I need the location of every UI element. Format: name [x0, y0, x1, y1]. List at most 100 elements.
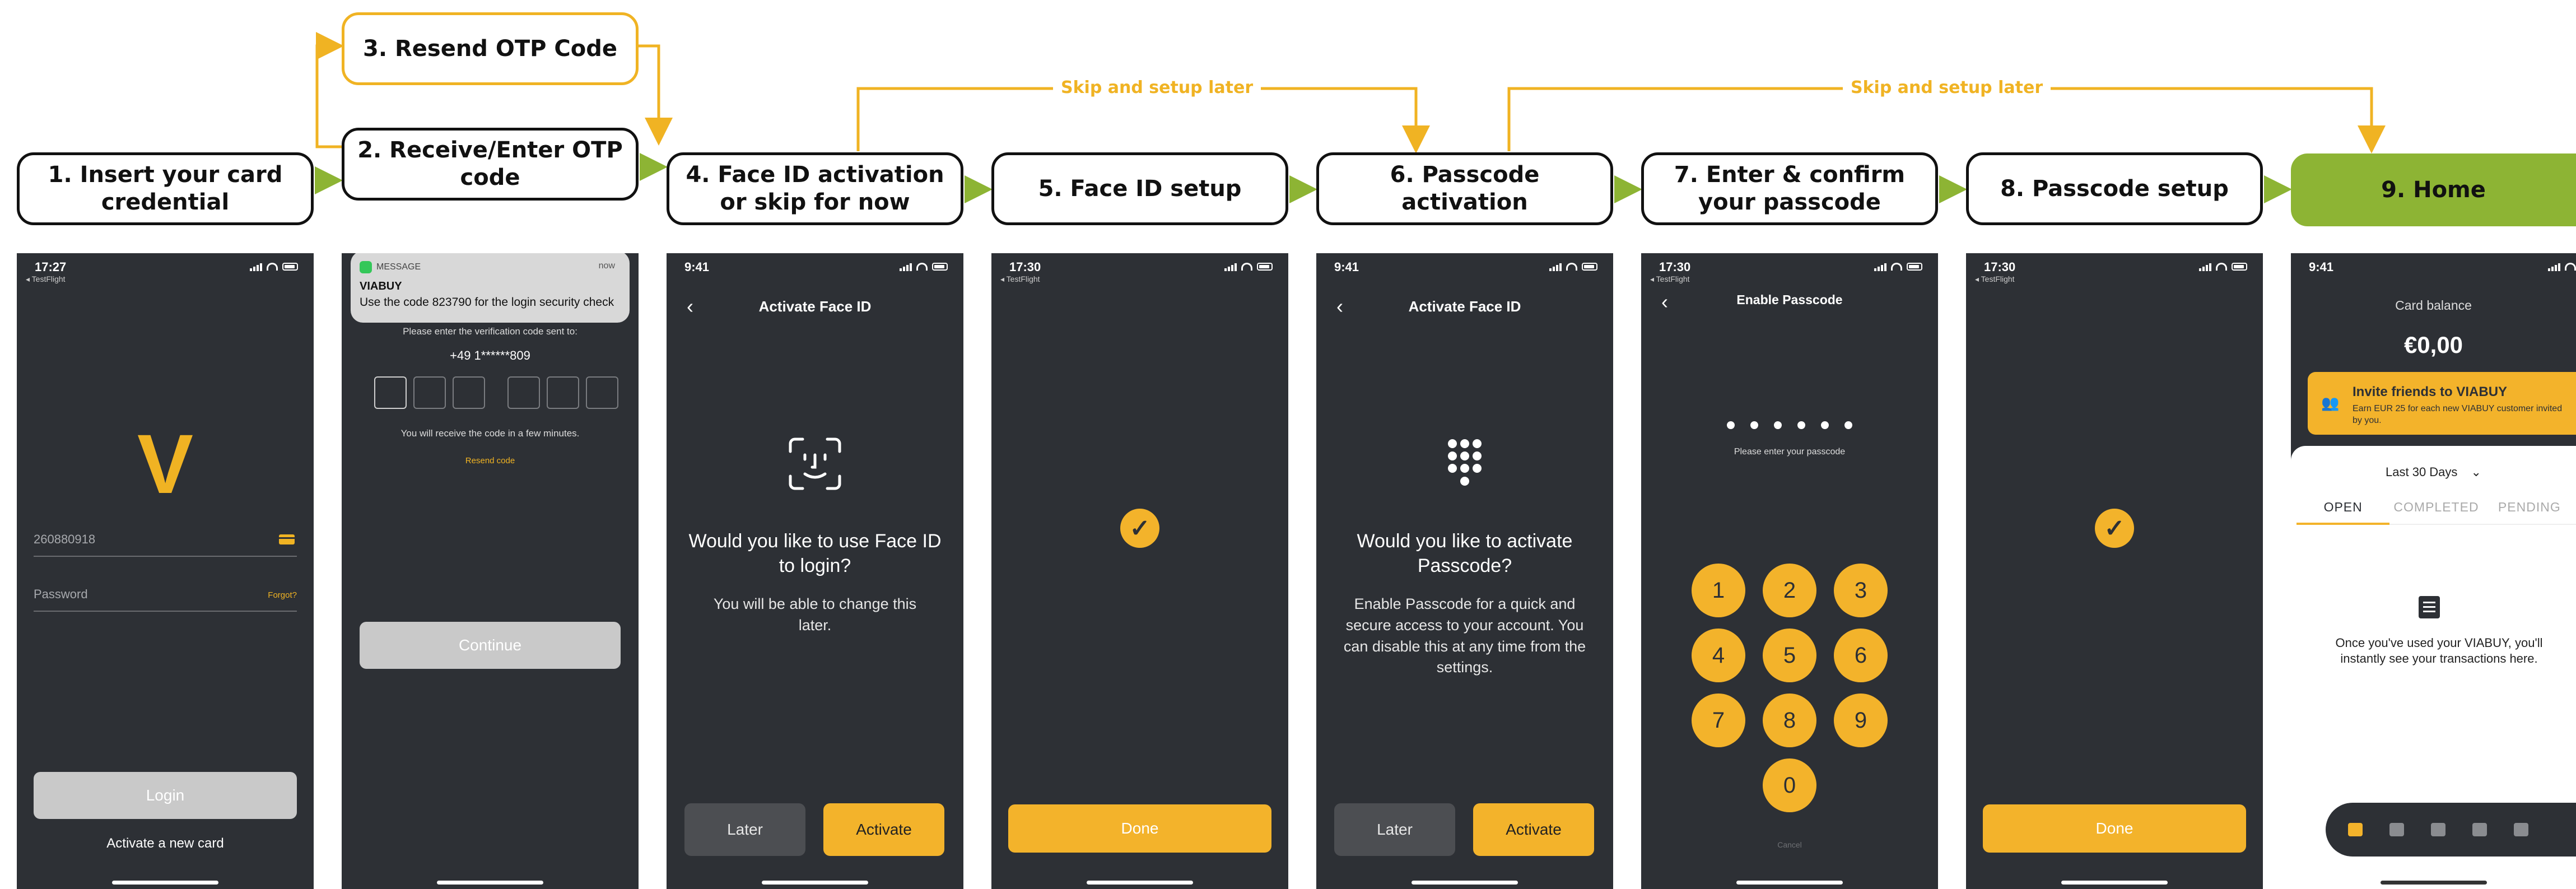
login-button[interactable]: Login [34, 772, 297, 819]
home-indicator [112, 881, 218, 885]
passcode-question: Would you like to activate Passcode? [1357, 530, 1573, 577]
status-icons [2548, 262, 2576, 271]
people-icon: 👥 [2321, 394, 2340, 411]
status-time: 9:41 [2309, 260, 2334, 274]
status-time: 17:30 [1659, 260, 1691, 274]
inbox-icon[interactable] [2431, 823, 2445, 836]
skip-label-passcode: Skip and setup later [1843, 78, 2051, 97]
passcode-dots [1641, 421, 1938, 429]
tab-completed[interactable]: COMPLETED [2389, 500, 2483, 525]
status-icons [250, 262, 298, 271]
key-3[interactable]: 3 [1834, 564, 1888, 617]
forgot-link[interactable]: Forgot? [268, 590, 297, 600]
key-7[interactable]: 7 [1692, 693, 1745, 747]
home-indicator [1412, 881, 1518, 885]
step-receive-otp: 2. Receive/Enter OTP code [342, 128, 639, 201]
key-4[interactable]: 4 [1692, 629, 1745, 682]
key-5[interactable]: 5 [1763, 629, 1816, 682]
status-time: 9:41 [1334, 260, 1359, 274]
checkmark-icon: ✓ [2095, 509, 2134, 548]
key-6[interactable]: 6 [1834, 629, 1888, 682]
status-bar: 17:30 ◂ TestFlight [1641, 253, 1938, 287]
card-number-field[interactable]: 260880918 [34, 532, 297, 557]
password-field[interactable]: Password Forgot? [34, 587, 297, 612]
profile-icon[interactable] [2514, 823, 2528, 836]
otp-input[interactable] [374, 376, 618, 409]
skip-label-face-id: Skip and setup later [1053, 78, 1261, 97]
key-1[interactable]: 1 [1692, 564, 1745, 617]
status-time: 17:30 [1009, 260, 1041, 274]
status-icons [900, 262, 948, 271]
key-2[interactable]: 2 [1763, 564, 1816, 617]
viabuy-logo: V [137, 417, 194, 511]
passcode-note: Enable Passcode for a quick and secure a… [1343, 595, 1586, 676]
resend-code-link[interactable]: Resend code [358, 456, 622, 466]
testflight-link[interactable]: ◂ TestFlight [1000, 274, 1040, 284]
done-button[interactable]: Done [1983, 804, 2246, 853]
otp-digit[interactable] [374, 376, 407, 409]
message-app-icon [360, 261, 372, 273]
otp-digit[interactable] [453, 376, 485, 409]
notification-time: now [598, 261, 615, 271]
checkmark-icon: ✓ [1120, 509, 1159, 548]
testflight-link[interactable]: ◂ TestFlight [1650, 274, 1690, 284]
otp-digit[interactable] [507, 376, 540, 409]
balance-value: €0,00 [2403, 332, 2463, 358]
transaction-tabs: OPEN COMPLETED PENDING [2296, 500, 2576, 525]
status-bar: 17:27 ◂ TestFlight [17, 253, 314, 287]
later-button[interactable]: Later [1334, 803, 1455, 856]
screen-title: Enable Passcode [1736, 292, 1843, 307]
sms-notification[interactable]: MESSAGE now VIABUY Use the code 823790 f… [351, 253, 630, 323]
card-number-value: 260880918 [34, 532, 96, 546]
step-passcode-setup: 8. Passcode setup [1966, 152, 2263, 225]
otp-instruction: Please enter the verification code sent … [403, 326, 577, 337]
activate-card-link[interactable]: Activate a new card [17, 836, 314, 851]
status-bar: 9:41 [667, 253, 963, 287]
cancel-link[interactable]: Cancel [1658, 840, 1921, 849]
tab-open[interactable]: OPEN [2296, 500, 2390, 525]
later-button[interactable]: Later [684, 803, 805, 856]
screen-title: Activate Face ID [758, 298, 872, 315]
invite-body: Earn EUR 25 for each new VIABUY customer… [2353, 404, 2563, 425]
otp-digit[interactable] [586, 376, 618, 409]
activate-button[interactable]: Activate [823, 803, 944, 856]
home-icon[interactable] [2348, 823, 2363, 836]
password-placeholder: Password [34, 587, 88, 601]
testflight-link[interactable]: ◂ TestFlight [1975, 274, 2015, 284]
status-bar: 9:41 [2291, 253, 2576, 287]
screen-otp: MESSAGE now VIABUY Use the code 823790 f… [342, 253, 639, 889]
continue-button[interactable]: Continue [360, 622, 621, 669]
status-icons [1874, 262, 1922, 271]
testflight-link[interactable]: ◂ TestFlight [26, 274, 66, 284]
otp-digit[interactable] [547, 376, 579, 409]
notification-title: VIABUY [360, 280, 402, 292]
key-0[interactable]: 0 [1763, 758, 1816, 812]
otp-digit[interactable] [413, 376, 446, 409]
key-9[interactable]: 9 [1834, 693, 1888, 747]
otp-receive-note: You will receive the code in a few minut… [400, 428, 580, 439]
status-bar: 17:30 ◂ TestFlight [1966, 253, 2263, 287]
face-id-icon [789, 437, 841, 490]
home-indicator [437, 881, 543, 885]
step-passcode-activation: 6. Passcode activation [1316, 152, 1613, 225]
wallet-icon[interactable] [2389, 823, 2404, 836]
status-icons [1224, 262, 1273, 271]
done-button[interactable]: Done [1008, 804, 1271, 853]
screen-login: 17:27 ◂ TestFlight V 260880918 Password … [17, 253, 314, 889]
tab-pending[interactable]: PENDING [2482, 500, 2576, 525]
balance-label: Card balance [2395, 298, 2472, 313]
invite-title: Invite friends to VIABUY [2353, 384, 2508, 399]
step-home: 9. Home [2291, 153, 2576, 226]
card-icon[interactable] [2472, 823, 2487, 836]
card-icon [279, 534, 295, 544]
empty-state-text: Once you've used your VIABUY, you'll ins… [2335, 636, 2543, 665]
screen-passcode-activation: 9:41 ‹ Activate Face ID Would you like t… [1316, 253, 1613, 889]
step-face-id-activation: 4. Face ID activation or skip for now [667, 152, 963, 225]
key-8[interactable]: 8 [1763, 693, 1816, 747]
screen-passcode-setup: 17:30 ◂ TestFlight ✓ Done [1966, 253, 2263, 889]
activate-button[interactable]: Activate [1473, 803, 1594, 856]
step-face-id-setup: 5. Face ID setup [991, 152, 1288, 225]
period-selector[interactable]: Last 30 Days ⌄ [2308, 465, 2559, 480]
step-enter-passcode: 7. Enter & confirm your passcode [1641, 152, 1938, 225]
invite-banner[interactable]: 👥 Invite friends to VIABUY Earn EUR 25 f… [2308, 372, 2576, 435]
